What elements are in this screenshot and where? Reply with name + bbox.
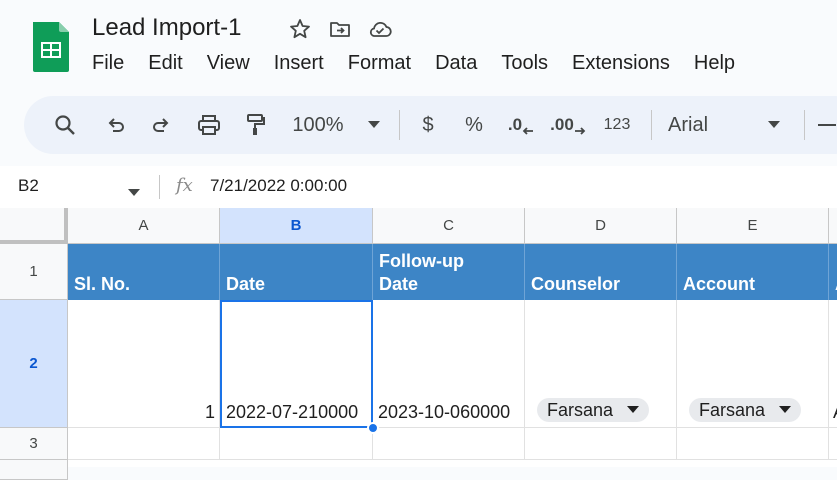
cell-d2[interactable]: Farsana	[525, 300, 677, 428]
column-header-e[interactable]: E	[677, 208, 829, 244]
cell-f3[interactable]	[829, 428, 837, 460]
chip-dropdown-icon	[779, 406, 792, 413]
menu-extensions[interactable]: Extensions	[560, 52, 682, 75]
cell-b3[interactable]	[220, 428, 373, 460]
font-dropdown-icon[interactable]	[766, 96, 782, 154]
cell-c3[interactable]	[373, 428, 525, 460]
currency-format-button[interactable]: $	[416, 96, 440, 154]
cloud-saved-icon[interactable]	[367, 16, 393, 42]
cell-e2[interactable]: Farsana	[677, 300, 829, 428]
column-header-a[interactable]: A	[68, 208, 220, 244]
cell-f2[interactable]: A	[829, 300, 837, 428]
document-title[interactable]: Lead Import-1	[92, 14, 241, 42]
header-cell-sl-no[interactable]: Sl. No.	[68, 244, 220, 300]
chip-dropdown-icon	[627, 406, 640, 413]
paint-format-icon[interactable]	[240, 96, 270, 154]
cell-c2[interactable]: 2023-10-060000	[373, 300, 525, 428]
title-bar: Lead Import-1 File Edit View Insert Form…	[0, 0, 837, 92]
zoom-dropdown-icon[interactable]	[364, 96, 384, 154]
row-header-4[interactable]	[0, 460, 68, 480]
column-header-f[interactable]	[829, 208, 837, 244]
font-family-select[interactable]: Arial	[668, 96, 718, 154]
row-header-3[interactable]: 3	[0, 428, 68, 460]
menu-view[interactable]: View	[195, 52, 262, 75]
menu-insert[interactable]: Insert	[262, 52, 336, 75]
toolbar: 100% $ % .0 .00 123 Arial	[24, 96, 837, 154]
decrease-decimals-button[interactable]: .0	[506, 96, 536, 154]
formula-bar: B2 fx 7/21/2022 0:00:00	[0, 166, 837, 208]
number-format-button[interactable]: 123	[600, 96, 634, 154]
cell-e3[interactable]	[677, 428, 829, 460]
cell-d3[interactable]	[525, 428, 677, 460]
header-cell-counselor[interactable]: Counselor	[525, 244, 677, 300]
name-box[interactable]: B2	[18, 176, 39, 196]
menu-help[interactable]: Help	[682, 52, 747, 75]
cell-b2[interactable]: 2022-07-210000	[220, 300, 373, 428]
header-cell-next[interactable]: A	[829, 244, 837, 300]
row-header-1[interactable]: 1	[0, 244, 68, 300]
cell-a2[interactable]: 1	[68, 300, 220, 428]
redo-icon[interactable]	[147, 96, 175, 154]
menu-format[interactable]: Format	[336, 52, 423, 75]
fx-icon: fx	[176, 175, 193, 196]
name-box-dropdown-icon[interactable]	[128, 184, 140, 202]
counselor-chip-label: Farsana	[547, 399, 614, 420]
header-cell-date[interactable]: Date	[220, 244, 373, 300]
move-folder-icon[interactable]	[327, 16, 353, 42]
row-header-2[interactable]: 2	[0, 300, 68, 428]
decrease-decimals-label: .0	[507, 115, 523, 134]
column-header-b[interactable]: B	[220, 208, 373, 244]
menu-tools[interactable]: Tools	[489, 52, 560, 75]
fill-handle[interactable]	[367, 422, 379, 434]
arrow-right-icon	[574, 127, 586, 135]
account-chip-label: Farsana	[699, 399, 766, 420]
formula-input[interactable]: 7/21/2022 0:00:00	[210, 176, 347, 196]
percent-format-button[interactable]: %	[462, 96, 486, 154]
increase-decimals-button[interactable]: .00	[550, 96, 586, 154]
cell-a3[interactable]	[68, 428, 220, 460]
header-cell-account[interactable]: Account	[677, 244, 829, 300]
undo-icon[interactable]	[102, 96, 130, 154]
print-icon[interactable]	[194, 96, 224, 154]
menu-data[interactable]: Data	[423, 52, 489, 75]
menu-edit[interactable]: Edit	[136, 52, 194, 75]
account-dropdown-chip[interactable]: Farsana	[689, 398, 802, 422]
spreadsheet-grid: A B C D E 1 2 3 Sl. No. Date Follow-up D…	[0, 208, 837, 480]
select-all-corner[interactable]	[0, 208, 68, 244]
search-icon[interactable]	[50, 96, 80, 154]
font-size-decrease-icon[interactable]	[817, 96, 837, 154]
star-icon[interactable]	[287, 16, 313, 42]
sheets-logo-icon[interactable]	[31, 20, 71, 74]
zoom-value[interactable]: 100%	[286, 96, 350, 154]
arrow-left-icon	[522, 127, 534, 135]
menu-bar: File Edit View Insert Format Data Tools …	[80, 52, 747, 75]
header-cell-follow-up-date[interactable]: Follow-up Date	[373, 244, 525, 300]
counselor-dropdown-chip[interactable]: Farsana	[537, 398, 650, 422]
increase-decimals-label: .00	[550, 115, 574, 134]
column-header-c[interactable]: C	[373, 208, 525, 244]
menu-file[interactable]: File	[80, 52, 136, 75]
column-header-d[interactable]: D	[525, 208, 677, 244]
